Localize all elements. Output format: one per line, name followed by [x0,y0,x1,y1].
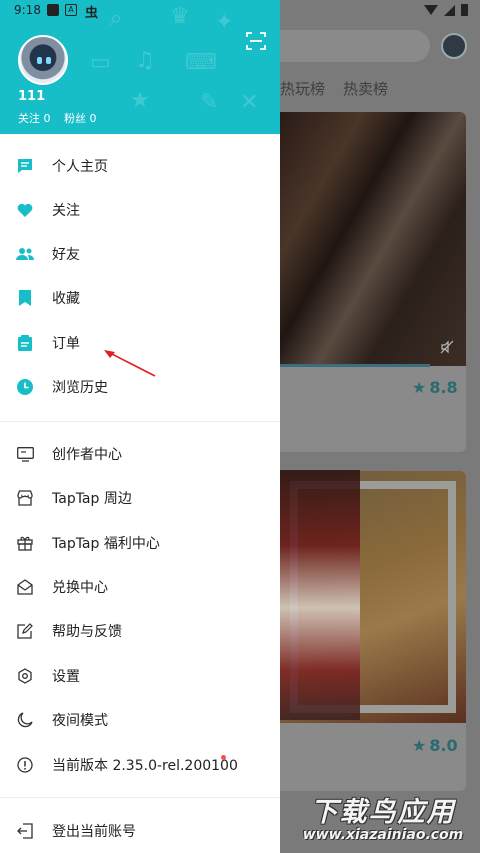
mute-icon [440,340,454,354]
clock-icon [16,378,34,396]
search-bar [280,30,430,62]
decor-pencil-icon: ✎ [200,90,219,115]
menu-label: 收藏 [52,291,80,307]
menu-divider [0,797,280,798]
menu-item-welfare-center[interactable]: TapTap 福利中心 [0,523,280,563]
menu-item-merch[interactable]: TapTap 周边 [0,478,280,518]
following-count[interactable]: 关注 0 [18,112,51,125]
ranking-tabs: 热玩榜 热卖榜 [280,78,406,99]
game-rating: ★ 8.8 [412,378,458,397]
star-icon: ★ [412,736,427,755]
character-artwork [280,470,360,720]
menu-label: 个人主页 [52,159,108,175]
heart-icon [16,201,34,219]
user-avatar[interactable] [18,35,68,85]
clipboard-icon [16,334,34,352]
header-avatar [441,33,467,59]
update-badge [221,755,226,760]
menu-label: TapTap 周边 [52,491,132,507]
bookmark-icon [16,289,34,307]
menu-item-night-mode[interactable]: 夜间模式 [0,700,280,740]
menu-label: 夜间模式 [52,713,108,729]
watermark: 下载鸟应用 www.xiazainiao.com [290,790,476,850]
moon-icon [16,711,34,729]
menu-divider [0,421,280,422]
wifi-icon [424,5,438,15]
watermark-url: www.xiazainiao.com [302,827,464,843]
message-square-icon [16,157,34,175]
status-bar: 9:18 A 虫 [0,0,480,22]
annotation-arrow-icon [104,350,156,377]
tab-hot-sale: 热卖榜 [343,80,389,98]
menu-item-favorites[interactable]: 收藏 [0,278,280,318]
status-time: 9:18 [14,3,41,17]
logout-icon [16,822,34,840]
scan-icon[interactable] [246,32,266,50]
store-icon [16,489,34,507]
notification-icon [47,4,59,16]
menu-item-follow[interactable]: 关注 [0,190,280,230]
envelope-open-icon [16,578,34,596]
star-icon: ★ [412,378,427,397]
menu-label: 登出当前账号 [52,824,136,840]
gift-icon [16,534,34,552]
game-card [280,112,466,452]
menu-item-homepage[interactable]: 个人主页 [0,146,280,186]
menu-item-friends[interactable]: 好友 [0,234,280,274]
menu-item-version[interactable]: 当前版本 2.35.0-rel.200100 [0,745,280,785]
game-rating: ★ 8.0 [412,736,458,755]
menu-label: 关注 [52,203,80,219]
menu-item-help-feedback[interactable]: 帮助与反馈 [0,611,280,651]
signal-icon [444,4,455,16]
decor-keyboard-icon: ⌨ [185,50,217,75]
decor-music-icon: ♫ [135,48,155,73]
tab-hot-play: 热玩榜 [280,80,326,98]
decor-cross-icon: ✕ [240,90,259,115]
menu-item-logout[interactable]: 登出当前账号 [0,811,280,851]
followers-count[interactable]: 粉丝 0 [64,112,97,125]
game-video-thumbnail [280,112,466,366]
menu-item-redeem-center[interactable]: 兑换中心 [0,567,280,607]
monitor-icon [16,445,34,463]
menu-label: 帮助与反馈 [52,624,122,640]
follow-stats: 关注 0 粉丝 0 [18,110,107,126]
info-circle-icon [16,756,34,774]
menu-label: TapTap 福利中心 [52,536,160,552]
menu-label: 当前版本 2.35.0-rel.200100 [52,758,238,774]
hexagon-settings-icon [16,667,34,685]
menu-label: 设置 [52,669,80,685]
menu-label: 好友 [52,247,80,263]
decor-gamepad-icon: ▭ [90,50,111,75]
menu-item-creator-center[interactable]: 创作者中心 [0,434,280,474]
battery-icon [461,4,468,16]
menu-label: 兑换中心 [52,580,108,596]
menu-label: 订单 [52,336,80,352]
menu-item-settings[interactable]: 设置 [0,656,280,696]
username[interactable]: 111 [18,89,45,104]
notification-app-icon: 虫 [85,6,99,21]
menu-label: 浏览历史 [52,380,108,396]
video-progress-bar [280,364,430,367]
notification-box-icon: A [65,4,77,16]
menu-label: 创作者中心 [52,447,122,463]
navigation-drawer: ⌕ ♛ ✦ ▭ ♫ ⌨ ★ ✎ ✕ 111 关注 0 粉丝 0 个人主页 关注 … [0,0,280,853]
watermark-title: 下载鸟应用 [310,797,456,828]
decor-star-icon: ★ [130,88,150,113]
people-icon [16,245,34,263]
edit-icon [16,622,34,640]
